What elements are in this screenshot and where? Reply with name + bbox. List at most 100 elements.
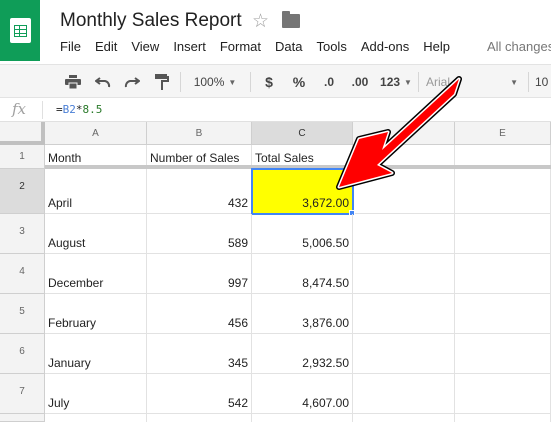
- menu-addons[interactable]: Add-ons: [361, 38, 409, 56]
- row-header[interactable]: 3: [0, 214, 45, 254]
- row-header[interactable]: [0, 414, 45, 422]
- cell-a5[interactable]: February: [45, 294, 147, 334]
- font-select[interactable]: Arial ▼: [426, 71, 518, 93]
- cell-a2[interactable]: April: [45, 169, 147, 214]
- fx-icon: fx: [12, 100, 27, 118]
- cell-b2[interactable]: 432: [147, 169, 252, 214]
- column-header-e[interactable]: E: [455, 122, 551, 145]
- formula-cell-ref: B2: [62, 103, 76, 116]
- zoom-select[interactable]: 100% ▼: [188, 71, 242, 93]
- cell-d2[interactable]: [353, 169, 455, 214]
- cell-d6[interactable]: [353, 334, 455, 374]
- cell-d5[interactable]: [353, 294, 455, 334]
- paint-format-icon[interactable]: [151, 71, 173, 93]
- toolbar: 100% ▼ $ % .0 .00 123 ▼ Arial ▼ 10: [0, 64, 551, 98]
- menu-help[interactable]: Help: [423, 38, 450, 56]
- menu-tools[interactable]: Tools: [316, 38, 346, 56]
- cell-c3[interactable]: 5,006.50: [252, 214, 353, 254]
- formula-input[interactable]: =B2*8.5: [56, 103, 102, 116]
- font-size-select[interactable]: 10: [535, 71, 551, 93]
- more-formats-label: 123: [380, 75, 401, 89]
- cell-b7[interactable]: 542: [147, 374, 252, 414]
- undo-icon[interactable]: [92, 71, 114, 93]
- star-icon[interactable]: ☆: [252, 10, 269, 33]
- row-header[interactable]: 2: [0, 169, 45, 214]
- cell-e6[interactable]: [455, 334, 551, 374]
- cell-e4[interactable]: [455, 254, 551, 294]
- font-size-value: 10: [535, 75, 549, 89]
- formula-operator: *: [75, 103, 83, 116]
- column-header-a[interactable]: A: [45, 122, 147, 145]
- chevron-down-icon: ▼: [228, 77, 237, 87]
- menu-insert[interactable]: Insert: [173, 38, 206, 56]
- cell-c2-selected[interactable]: 3,672.00: [251, 168, 354, 215]
- cell-c6[interactable]: 2,932.50: [252, 334, 353, 374]
- cell-a6[interactable]: January: [45, 334, 147, 374]
- cell-a3[interactable]: August: [45, 214, 147, 254]
- cell-a7[interactable]: July: [45, 374, 147, 414]
- cell-b3[interactable]: 589: [147, 214, 252, 254]
- cell-b5[interactable]: 456: [147, 294, 252, 334]
- folder-icon[interactable]: [282, 11, 300, 28]
- formula-bar: fx =B2*8.5: [0, 98, 551, 122]
- row-header[interactable]: 5: [0, 294, 45, 334]
- column-header-b[interactable]: B: [147, 122, 252, 145]
- cell-d3[interactable]: [353, 214, 455, 254]
- formula-number: 8.5: [82, 103, 103, 116]
- sheets-logo-icon[interactable]: [0, 0, 40, 61]
- cell-d7[interactable]: [353, 374, 455, 414]
- increase-decimal-button[interactable]: .00: [346, 71, 374, 93]
- cell-c4[interactable]: 8,474.50: [252, 254, 353, 294]
- decrease-decimal-label: .0: [323, 75, 334, 89]
- menu-edit[interactable]: Edit: [95, 38, 117, 56]
- column-header-c[interactable]: C: [252, 122, 353, 145]
- chevron-down-icon: ▼: [404, 77, 412, 87]
- currency-format-button[interactable]: $: [258, 71, 280, 93]
- toolbar-divider: [250, 72, 251, 92]
- cell-a8[interactable]: [45, 414, 147, 422]
- cell-e3[interactable]: [455, 214, 551, 254]
- row-header[interactable]: 7: [0, 374, 45, 414]
- cell-e8[interactable]: [455, 414, 551, 422]
- redo-icon[interactable]: [121, 71, 143, 93]
- save-status[interactable]: All changes: [487, 38, 551, 56]
- cell-b8[interactable]: [147, 414, 252, 422]
- cell-d8[interactable]: [353, 414, 455, 422]
- document-title[interactable]: Monthly Sales Report: [60, 10, 242, 32]
- font-name: Arial: [426, 75, 451, 89]
- cell-d4[interactable]: [353, 254, 455, 294]
- toolbar-divider: [528, 72, 529, 92]
- decrease-decimal-button[interactable]: .0: [316, 71, 342, 93]
- more-formats-button[interactable]: 123 ▼: [378, 71, 414, 93]
- cell-c5[interactable]: 3,876.00: [252, 294, 353, 334]
- cell-c8[interactable]: [252, 414, 353, 422]
- cell-e7[interactable]: [455, 374, 551, 414]
- cell-e2[interactable]: [455, 169, 551, 214]
- increase-decimal-label: .00: [351, 75, 369, 89]
- spreadsheet-grid: A B C E 1 Month Number of Sales Total Sa…: [0, 122, 551, 422]
- percent-format-button[interactable]: %: [288, 71, 310, 93]
- select-all-corner[interactable]: [0, 122, 45, 145]
- chevron-down-icon: ▼: [510, 77, 518, 87]
- row-header[interactable]: 1: [0, 145, 45, 169]
- row-header[interactable]: 4: [0, 254, 45, 294]
- formula-divider: [42, 101, 43, 119]
- toolbar-divider: [418, 72, 419, 92]
- cell-b4[interactable]: 997: [147, 254, 252, 294]
- menu-format[interactable]: Format: [220, 38, 261, 56]
- zoom-value: 100%: [193, 75, 225, 89]
- cell-e5[interactable]: [455, 294, 551, 334]
- toolbar-divider: [180, 72, 181, 92]
- row-header[interactable]: 6: [0, 334, 45, 374]
- sheet-grid-icon: [14, 25, 27, 37]
- print-icon[interactable]: [62, 71, 84, 93]
- menu-data[interactable]: Data: [275, 38, 302, 56]
- menu-view[interactable]: View: [131, 38, 159, 56]
- column-header-d[interactable]: [353, 122, 455, 145]
- cell-c7[interactable]: 4,607.00: [252, 374, 353, 414]
- menu-bar: File Edit View Insert Format Data Tools …: [60, 38, 464, 56]
- cell-a4[interactable]: December: [45, 254, 147, 294]
- cell-b6[interactable]: 345: [147, 334, 252, 374]
- menu-file[interactable]: File: [60, 38, 81, 56]
- formula-prefix: =: [56, 103, 63, 116]
